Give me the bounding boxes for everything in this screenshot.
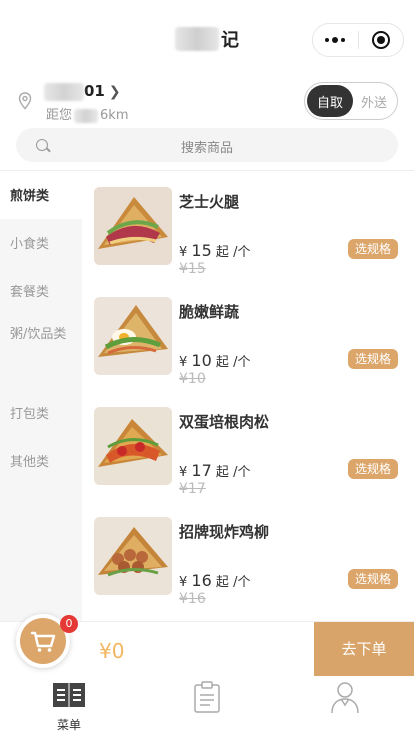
product-card[interactable]: 芝士火腿 ¥ 15 起 /个 ¥15 选规格: [82, 171, 414, 281]
category-item[interactable]: 煎饼类: [0, 171, 82, 219]
category-item[interactable]: 打包类: [0, 389, 82, 437]
select-spec-button[interactable]: 选规格: [348, 239, 398, 259]
title-blurred-part: [175, 27, 219, 51]
product-original-price: ¥15: [179, 261, 206, 277]
product-price: ¥ 17 起 /个: [179, 461, 251, 480]
close-target-icon: [371, 31, 390, 49]
user-profile-icon: [331, 682, 359, 714]
cart-total: ¥0: [99, 639, 125, 663]
tab-profile[interactable]: [305, 680, 385, 718]
more-dots-icon: [325, 36, 346, 43]
menu-book-icon: [53, 683, 85, 707]
category-item[interactable]: 其他类: [0, 437, 82, 485]
chevron-right-icon: ❯: [108, 84, 121, 100]
product-image: [94, 517, 172, 595]
pickup-option[interactable]: 自取: [307, 85, 353, 117]
more-menu-button[interactable]: [313, 24, 358, 56]
tab-menu-label: 菜单: [56, 718, 81, 732]
cart-bar: 0 ¥0 去下单: [0, 614, 414, 676]
category-item[interactable]: 粥/饮品类: [0, 315, 82, 389]
select-spec-button[interactable]: 选规格: [348, 349, 398, 369]
product-original-price: ¥17: [179, 481, 206, 497]
select-spec-button[interactable]: 选规格: [348, 569, 398, 589]
product-name: 双蛋培根肉松: [179, 413, 270, 431]
product-image: [94, 407, 172, 485]
miniprogram-capsule: [312, 23, 404, 57]
cart-count-badge: 0: [60, 615, 78, 633]
category-sidebar: 煎饼类 小食类 套餐类 粥/饮品类 打包类 其他类: [0, 171, 82, 621]
delivery-option[interactable]: 外送: [353, 92, 395, 111]
product-price: ¥ 10 起 /个: [179, 351, 251, 370]
product-list: 芝士火腿 ¥ 15 起 /个 ¥15 选规格 脆嫩鲜蔬 ¥ 10 起 /个 ¥1…: [82, 171, 414, 621]
product-name: 脆嫩鲜蔬: [179, 303, 240, 321]
product-name: 招牌现炸鸡柳: [179, 523, 270, 541]
product-price: ¥ 16 起 /个: [179, 571, 251, 590]
nav-header: 记: [0, 0, 414, 78]
category-item[interactable]: 小食类: [0, 219, 82, 267]
select-spec-button[interactable]: 选规格: [348, 459, 398, 479]
checkout-button[interactable]: 去下单: [314, 622, 414, 676]
product-card[interactable]: 脆嫩鲜蔬 ¥ 10 起 /个 ¥10 选规格: [82, 281, 414, 391]
clipboard-icon: [194, 681, 220, 713]
location-pin-icon: [18, 92, 32, 110]
tab-menu[interactable]: 菜单: [29, 680, 109, 733]
product-original-price: ¥10: [179, 371, 206, 387]
search-placeholder: 搜索商品: [180, 141, 233, 156]
bottom-tab-bar: 菜单: [0, 676, 414, 736]
category-item[interactable]: 套餐类: [0, 267, 82, 315]
pickup-delivery-toggle[interactable]: 自取 外送: [304, 82, 398, 120]
title-text: 记: [221, 30, 239, 51]
close-miniprogram-button[interactable]: [359, 24, 404, 56]
product-image: [94, 297, 172, 375]
product-image: [94, 187, 172, 265]
product-original-price: ¥16: [179, 591, 206, 607]
store-distance: 距您 6km: [46, 108, 129, 123]
product-card[interactable]: 招牌现炸鸡柳 ¥ 16 起 /个 ¥16 选规格: [82, 501, 414, 611]
product-card[interactable]: 双蛋培根肉松 ¥ 17 起 /个 ¥17 选规格: [82, 391, 414, 501]
store-name-blurred: [44, 82, 84, 101]
product-price: ¥ 15 起 /个: [179, 241, 251, 260]
search-input[interactable]: 搜索商品: [16, 128, 398, 162]
product-name: 芝士火腿: [179, 193, 240, 211]
store-name: 01 ❯: [44, 82, 121, 101]
tab-orders[interactable]: [167, 680, 247, 718]
